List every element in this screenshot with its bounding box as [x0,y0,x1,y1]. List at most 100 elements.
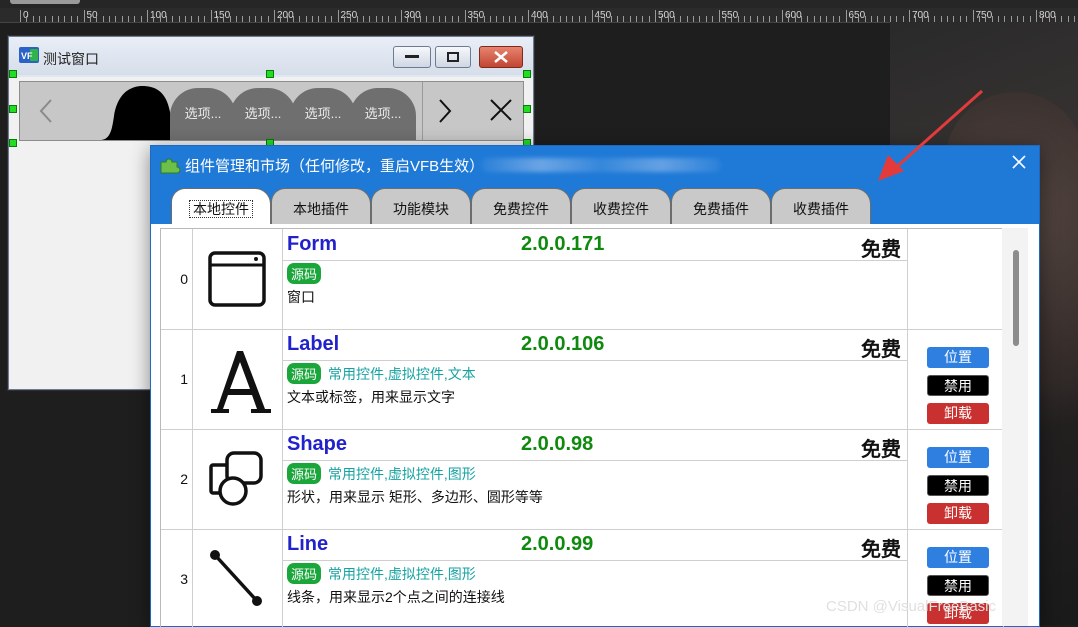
ruler-minor-tick [661,16,663,22]
component-manager-dialog[interactable]: 组件管理和市场（任何修改，重启VFB生效） 本地控件 本地插件 功能模块 免费控件 收费… [150,145,1040,627]
ruler-minor-tick [439,16,441,22]
uninstall-button[interactable]: 卸载 [927,403,989,424]
ruler-minor-tick [39,16,41,22]
position-button[interactable]: 位置 [927,347,989,368]
tab-option-3[interactable]: 选项... [290,88,356,140]
dialog-tab-1[interactable]: 本地控件 [171,188,271,224]
ruler-major-tick [1036,10,1037,22]
ruler-minor-tick [267,16,269,22]
source-code-badge: 源码 [287,363,322,384]
dialog-tab-bar: 本地控件 本地插件 功能模块 免费控件 收费控件 免费插件 收费插件 [151,182,1039,224]
dialog-close-icon[interactable] [1011,154,1027,170]
ruler-minor-tick [648,16,650,22]
ruler-minor-tick [32,16,34,22]
form-window-icon [208,251,266,307]
disable-button[interactable]: 禁用 [927,575,989,596]
ruler-minor-tick [89,16,91,22]
component-name[interactable]: Line [287,533,328,556]
ruler-minor-tick [153,16,155,22]
tab-scroll-left-button[interactable] [20,82,100,140]
component-row[interactable]: 2 Shape 2.0.0.98 免费 源码 常用控件,虚拟控件,图形 形状，用来显示 矩形… [161,429,1003,530]
ruler-minor-tick [426,16,428,22]
dialog-tab-6[interactable]: 免费插件 [671,188,771,224]
component-row[interactable]: 1 Label 2.0.0.106 免费 源码 常用控件,虚拟控件,文本 文本或标签，用来显… [161,329,1003,430]
ruler-top-strip [0,0,1078,8]
component-list[interactable]: 0 Form 2.0.0.171 免费 源码 窗口 1 Label 2.0.0.106 免费 源码常… [160,228,1004,627]
scroll-knob[interactable] [10,0,80,4]
ruler-minor-tick [597,16,599,22]
dialog-tab-5[interactable]: 收费控件 [571,188,671,224]
tab-scroll-right-button[interactable] [422,82,475,140]
ruler-minor-tick [547,16,549,22]
component-name[interactable]: Form [287,233,337,256]
dialog-tab-2[interactable]: 本地插件 [271,188,371,224]
list-scrollbar[interactable] [1002,228,1028,626]
dialog-tab-7[interactable]: 收费插件 [771,188,871,224]
ruler-minor-tick [312,16,314,22]
ruler-major-tick [274,10,275,22]
ruler-minor-tick [521,16,523,22]
selection-handle[interactable] [266,70,274,78]
dialog-tab-4[interactable]: 免费控件 [471,188,571,224]
ruler-minor-tick [540,16,542,22]
disable-button[interactable]: 禁用 [927,375,989,396]
component-name[interactable]: Shape [287,433,347,456]
tab-option-4[interactable]: 选项... [350,88,416,140]
ruler-minor-tick [686,16,688,22]
ruler-minor-tick [534,16,536,22]
ruler-minor-tick [458,16,460,22]
component-price: 免费 [861,539,901,561]
uninstall-button[interactable]: 卸载 [927,503,989,524]
ruler-minor-tick [394,16,396,22]
row-divider [283,560,907,561]
tab-option-2[interactable]: 选项... [230,88,296,140]
ruler-minor-tick [750,16,752,22]
ruler-minor-tick [58,16,60,22]
ruler-minor-tick [356,16,358,22]
disable-button[interactable]: 禁用 [927,475,989,496]
ruler-minor-tick [680,16,682,22]
ruler-minor-tick [693,16,695,22]
selection-handle[interactable] [9,139,17,147]
ruler-minor-tick [724,16,726,22]
ruler-minor-tick [585,16,587,22]
custom-tab-control[interactable]: 选项... 选项... 选项... 选项... [19,81,524,141]
component-actions [907,229,1003,329]
selection-handle[interactable] [9,70,17,78]
ruler-minor-tick [343,16,345,22]
selection-handle[interactable] [523,105,531,113]
position-button[interactable]: 位置 [927,447,989,468]
component-name[interactable]: Label [287,333,339,356]
component-row[interactable]: 0 Form 2.0.0.171 免费 源码 窗口 [161,229,1003,330]
ruler-minor-tick [635,16,637,22]
position-button[interactable]: 位置 [927,547,989,568]
ruler-minor-tick [858,16,860,22]
component-description: 形状，用来显示 矩形、多边形、圆形等等 [287,489,543,505]
scrollbar-thumb[interactable] [1013,250,1019,346]
ruler-minor-tick [813,16,815,22]
ruler-minor-tick [388,16,390,22]
ruler-minor-tick [70,16,72,22]
component-info: Line 2.0.0.99 免费 源码 常用控件,虚拟控件,图形 线条，用来显示2个点之间… [283,529,908,627]
maximize-button[interactable] [435,46,471,68]
ruler-minor-tick [604,16,606,22]
minimize-button[interactable] [393,46,431,68]
ruler-minor-tick [185,16,187,22]
tab-option-1[interactable]: 选项... [170,88,236,140]
ruler-minor-tick [572,16,574,22]
dialog-tab-3[interactable]: 功能模块 [371,188,471,224]
blurred-title-suffix [481,158,721,172]
selection-handle[interactable] [523,70,531,78]
ruler-minor-tick [140,16,142,22]
ruler-minor-tick [407,16,409,22]
component-version: 2.0.0.171 [521,233,605,255]
selection-handle[interactable] [9,105,17,113]
ruler-minor-tick [299,16,301,22]
ruler-minor-tick [851,16,853,22]
close-button[interactable] [479,46,523,68]
tab-close-button[interactable] [475,82,523,140]
ruler-major-tick [909,10,910,22]
component-icon-cell [193,429,283,529]
ruler-minor-tick [242,16,244,22]
ruler-minor-tick [559,16,561,22]
